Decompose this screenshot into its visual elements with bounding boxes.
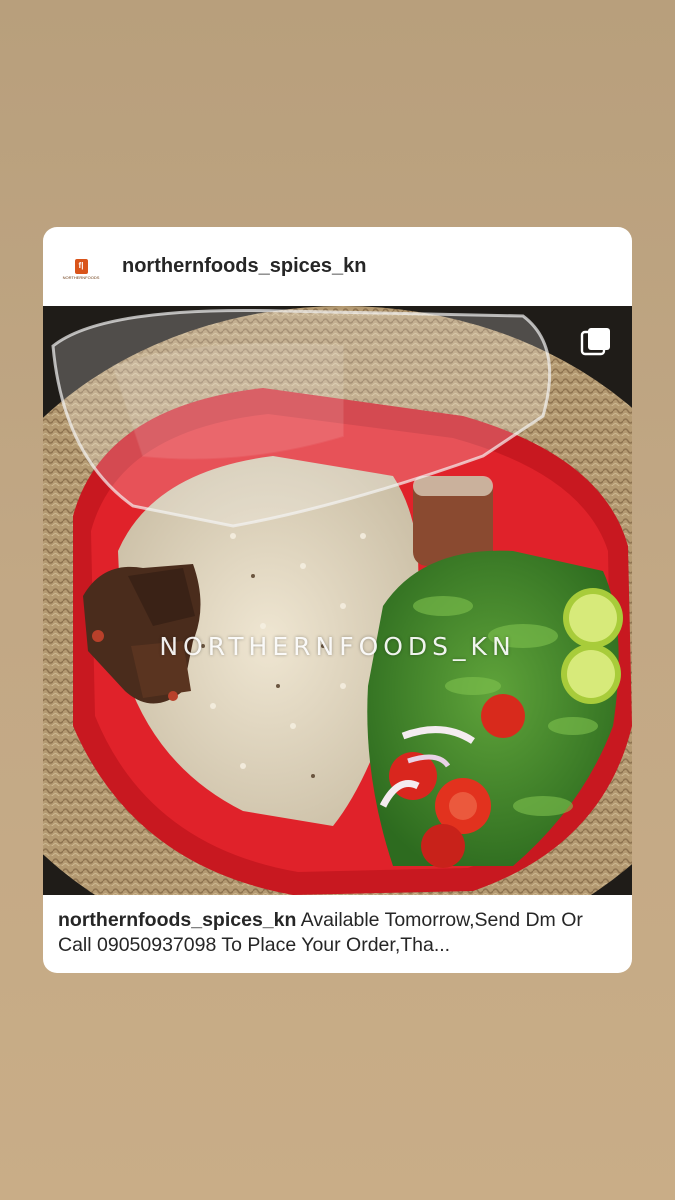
food-image bbox=[43, 306, 632, 895]
post-photo[interactable]: NORTHERNFOODS_KN bbox=[43, 306, 632, 895]
post-caption: northernfoods_spices_kn Available Tomorr… bbox=[58, 908, 618, 958]
post-username[interactable]: northernfoods_spices_kn bbox=[122, 255, 367, 278]
post-header: f| NORTHERNFOODS northernfoods_spices_kn bbox=[43, 227, 632, 306]
post-card[interactable]: f| NORTHERNFOODS northernfoods_spices_kn bbox=[43, 227, 632, 973]
fork-knife-icon: f| bbox=[74, 258, 88, 274]
avatar-text: NORTHERNFOODS bbox=[62, 274, 100, 280]
caption-username[interactable]: northernfoods_spices_kn bbox=[58, 909, 296, 931]
watermark-text: NORTHERNFOODS_KN bbox=[159, 632, 516, 661]
avatar[interactable]: f| NORTHERNFOODS bbox=[61, 249, 101, 289]
carousel-icon bbox=[580, 328, 610, 356]
